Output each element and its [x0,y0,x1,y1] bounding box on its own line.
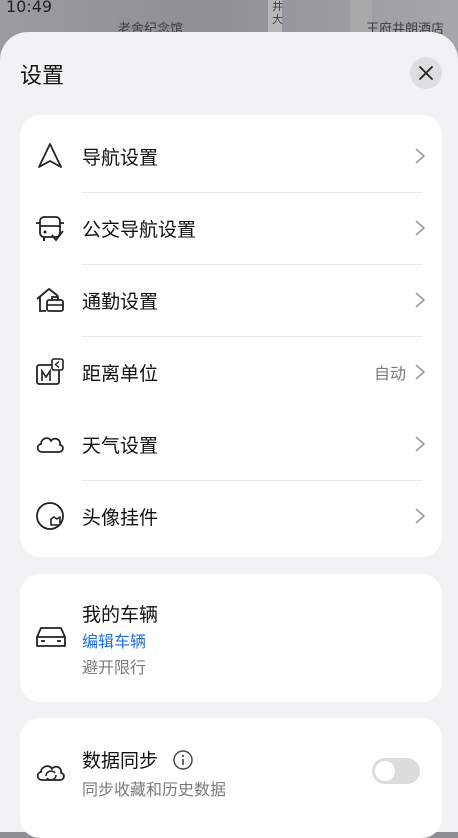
chevron-right-icon [415,508,426,524]
chevron-right-icon [415,148,426,164]
vehicle-title: 我的车辆 [82,604,159,626]
bus-icon [36,216,64,242]
row-label: 导航设置 [82,146,159,169]
cloud-sync-icon [36,765,65,781]
distance-unit-row[interactable]: 距离单位 自动 [20,336,442,408]
close-icon [419,66,433,80]
vehicle-card[interactable]: 我的车辆 编辑车辆 避开限行 [20,574,442,702]
row-label: 通勤设置 [82,290,159,313]
car-icon [36,627,66,647]
row-label: 距离单位 [82,362,159,385]
data-sync-card: 数据同步 同步收藏和历史数据 [20,718,442,838]
avatar-pendant-row[interactable]: 头像挂件 [20,480,442,552]
settings-sheet: 设置 导航设置 公交导航设置 通勤设置 距离单位 自动 天气设置 头像挂件 我的… [0,32,458,838]
status-time: 10:49 [6,0,53,16]
page-title: 设置 [20,64,65,89]
chevron-right-icon [415,364,426,380]
distance-unit-value: 自动 [373,364,406,383]
vehicle-subtitle: 避开限行 [82,658,147,677]
home-briefcase-icon [36,288,64,312]
data-sync-subtitle: 同步收藏和历史数据 [82,780,227,799]
edit-vehicle-link[interactable]: 编辑车辆 [82,628,146,652]
bus-settings-row[interactable]: 公交导航设置 [20,192,442,264]
chevron-right-icon [415,220,426,236]
toggle-knob [375,761,395,781]
row-label: 公交导航设置 [82,218,197,241]
data-sync-toggle[interactable] [372,758,420,784]
chevron-right-icon [415,292,426,308]
map-label: 井大 [272,0,283,26]
cloud-icon [36,437,64,453]
weather-settings-row[interactable]: 天气设置 [20,408,442,480]
row-label: 天气设置 [82,434,159,457]
settings-list-card: 导航设置 公交导航设置 通勤设置 距离单位 自动 天气设置 头像挂件 [20,115,442,557]
navigation-arrow-icon [38,143,62,168]
info-icon[interactable] [172,749,194,771]
data-sync-title: 数据同步 [82,750,159,772]
commute-settings-row[interactable]: 通勤设置 [20,264,442,336]
row-label: 头像挂件 [82,506,159,529]
nav-settings-row[interactable]: 导航设置 [20,120,442,192]
distance-unit-icon [36,358,64,385]
avatar-pendant-icon [36,502,64,530]
close-button[interactable] [410,57,442,89]
chevron-right-icon [415,436,426,452]
